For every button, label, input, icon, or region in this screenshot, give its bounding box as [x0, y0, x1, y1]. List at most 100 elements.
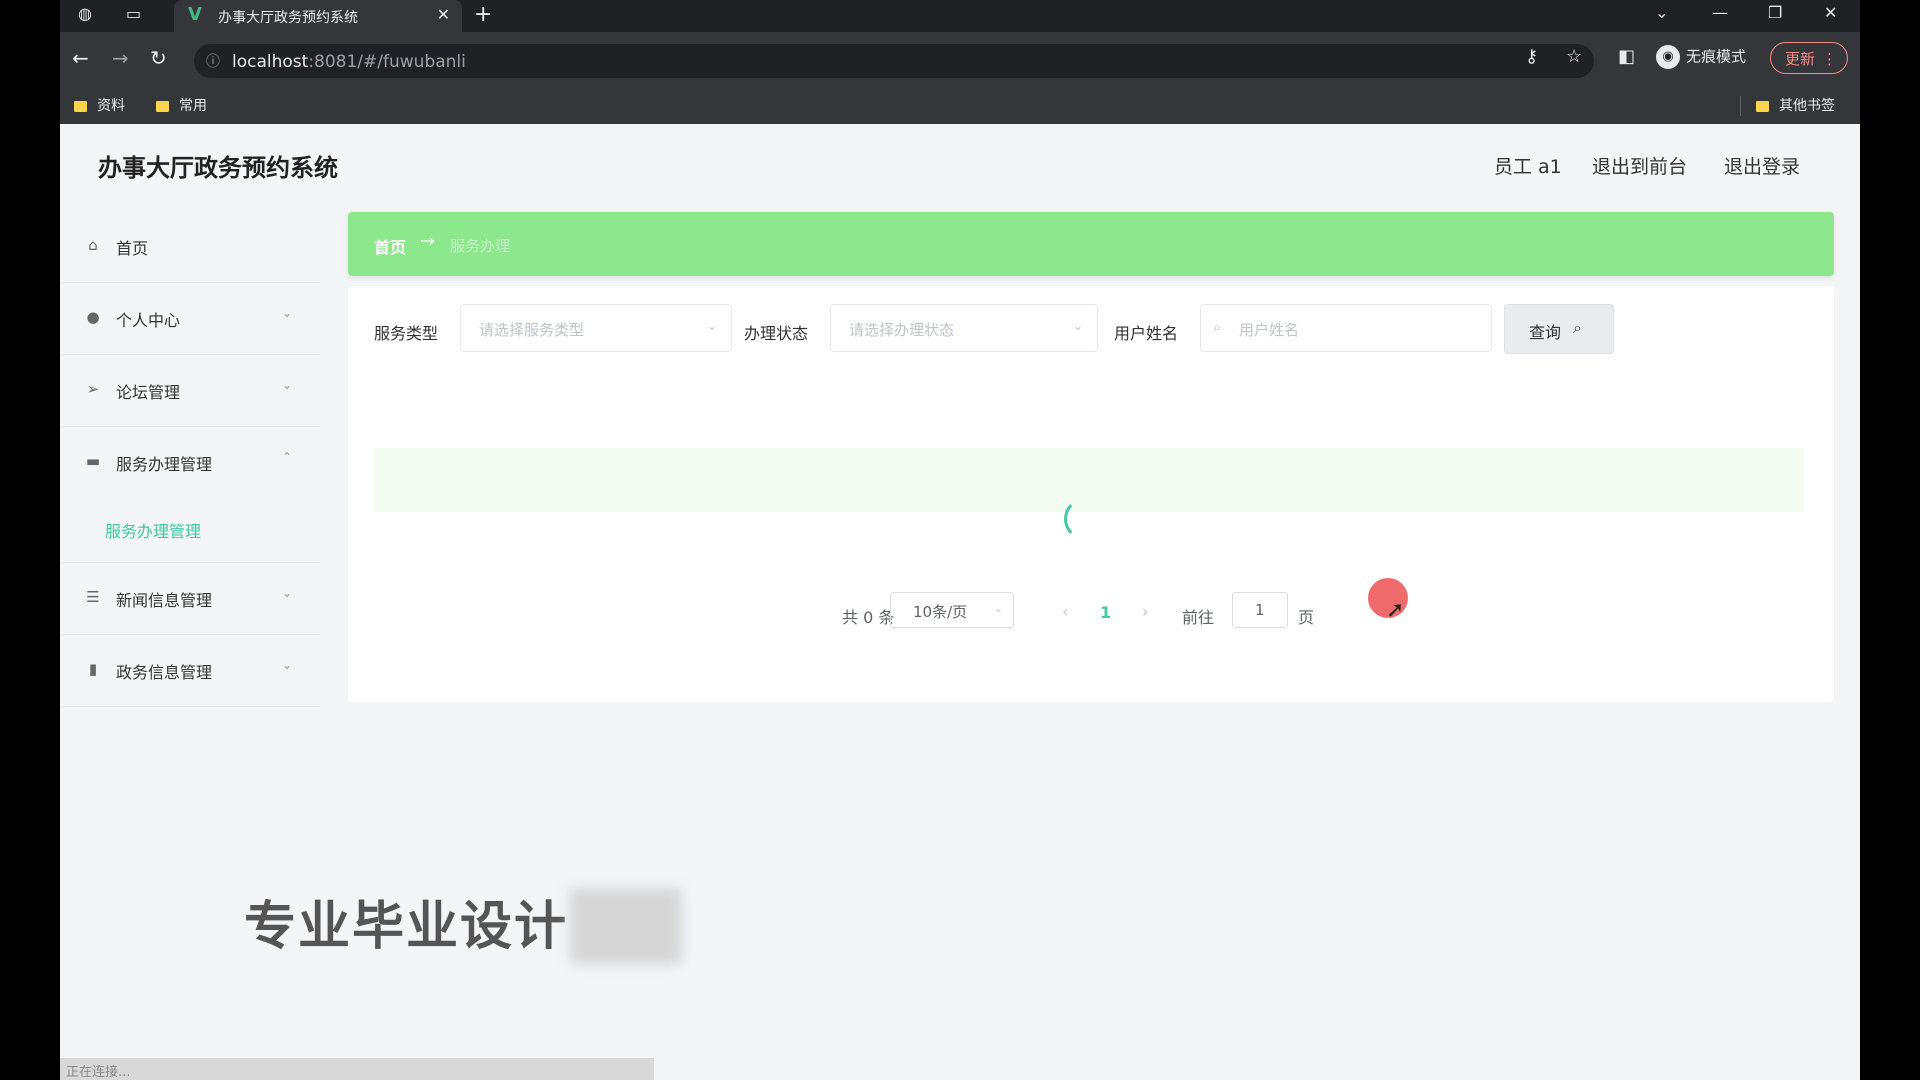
- page-size-select[interactable]: 10条/页 ⌄: [890, 592, 1014, 628]
- folder-icon: [1756, 100, 1769, 112]
- user-icon: ●: [86, 308, 100, 326]
- chevron-down-icon: ⌄: [706, 319, 717, 333]
- page-size-value: 10条/页: [913, 603, 968, 621]
- folder-icon: [74, 100, 87, 112]
- bookmark-folder-changyong[interactable]: 常用: [156, 95, 207, 115]
- url-path: :8081/#/fuwubanli: [308, 52, 466, 72]
- chevron-down-icon: ⌄: [993, 602, 1003, 615]
- sidebar-item-news[interactable]: ☰ 新闻信息管理 ⌄: [60, 562, 320, 635]
- site-info-icon[interactable]: ⓘ: [206, 51, 220, 71]
- side-panel-icon[interactable]: ◧: [1618, 46, 1635, 67]
- status-label: 办理状态: [744, 324, 809, 343]
- sidebar-item-service[interactable]: ▬ 服务办理管理 ⌃: [60, 426, 320, 498]
- chevron-up-icon: ⌃: [281, 450, 292, 464]
- browser-chrome: ◍ ▭ V 办事大厅政务预约系统 ✕ + ⌄ — ❐ ✕ ← → ↻ ⓘ loc…: [60, 0, 1860, 125]
- reload-icon[interactable]: ↻: [150, 46, 167, 70]
- browser-toolbar: ← → ↻ ⓘ localhost:8081/#/fuwubanli ⚷ ☆ ◧…: [60, 32, 1860, 88]
- list-icon: ☰: [86, 588, 100, 606]
- sidebar-item-label: 论坛管理: [116, 383, 181, 402]
- chevron-down-icon: ⌄: [281, 658, 292, 672]
- page-unit-label: 页: [1298, 608, 1315, 627]
- search-icon: ⌕: [1573, 318, 1582, 337]
- tab-search-icon[interactable]: ▭: [126, 4, 141, 23]
- logout-link[interactable]: 退出登录: [1724, 152, 1800, 179]
- sidebar-item-personal-center[interactable]: ● 个人中心 ⌄: [60, 282, 320, 355]
- sidebar-item-forum[interactable]: ➢ 论坛管理 ⌄: [60, 354, 320, 427]
- sidebar-item-home[interactable]: ⌂ 首页: [60, 210, 320, 283]
- incognito-indicator[interactable]: ◉ 无痕模式: [1656, 45, 1746, 69]
- sidebar-item-label: 服务办理管理: [116, 455, 213, 474]
- password-key-icon[interactable]: ⚷: [1525, 46, 1538, 67]
- bookmark-separator: [1740, 96, 1741, 116]
- current-page-number[interactable]: 1: [1100, 603, 1111, 622]
- bar-chart-icon: ▮: [88, 660, 98, 678]
- new-tab-button[interactable]: +: [474, 2, 492, 27]
- submenu-item-service-manage[interactable]: 服务办理管理: [60, 498, 320, 563]
- incognito-label: 无痕模式: [1686, 47, 1747, 66]
- minimize-icon[interactable]: —: [1712, 3, 1728, 22]
- current-user: 员工 a1: [1494, 156, 1562, 178]
- browser-tab-active[interactable]: V 办事大厅政务预约系统 ✕: [174, 0, 462, 32]
- sidebar-item-gov-info[interactable]: ▮ 政务信息管理 ⌄: [60, 634, 320, 707]
- update-button[interactable]: 更新 ⋮: [1770, 42, 1848, 74]
- status-text: 正在连接...: [66, 1065, 131, 1080]
- goto-page-input[interactable]: 1: [1232, 592, 1288, 628]
- system-title: 办事大厅政务预约系统: [98, 154, 338, 182]
- globe-icon[interactable]: ◍: [78, 4, 92, 23]
- sidebar: ⌂ 首页 ● 个人中心 ⌄ ➢ 论坛管理 ⌄ ▬ 服务办理管理 ⌃ 服务办理管理…: [60, 210, 320, 810]
- send-icon: ➢: [86, 380, 100, 398]
- tab-strip: ◍ ▭ V 办事大厅政务预约系统 ✕ + ⌄ — ❐ ✕: [60, 0, 1860, 32]
- sidebar-item-label: 政务信息管理: [116, 663, 213, 682]
- breadcrumb-home[interactable]: 首页: [374, 234, 406, 258]
- next-page-icon[interactable]: ›: [1142, 602, 1148, 621]
- breadcrumb: 首页 → 服务办理: [348, 212, 1834, 276]
- sidebar-item-label: 首页: [116, 239, 149, 258]
- home-icon: ⌂: [88, 236, 98, 254]
- page: 办事大厅政务预约系统 员工 a1 退出到前台 退出登录 ⌂ 首页 ● 个人中心 …: [60, 124, 1860, 1080]
- bookmark-label: 资料: [97, 98, 125, 114]
- url-host: localhost: [232, 52, 309, 72]
- status-placeholder: 请选择办理状态: [849, 321, 955, 339]
- service-type-label: 服务类型: [374, 324, 439, 343]
- username-label: 用户姓名: [1114, 324, 1179, 343]
- url-text: localhost:8081/#/fuwubanli: [232, 52, 466, 72]
- watermark-text: 专业毕业设计: [244, 897, 569, 957]
- close-window-icon[interactable]: ✕: [1824, 3, 1837, 22]
- username-placeholder: 用户姓名: [1239, 321, 1300, 339]
- folder-icon: [156, 100, 169, 112]
- update-label: 更新: [1785, 50, 1816, 68]
- back-icon[interactable]: ←: [72, 46, 89, 70]
- bookmarks-bar: 资料 常用 其他书签: [60, 88, 1860, 125]
- bookmark-folder-ziliao[interactable]: 资料: [74, 95, 125, 115]
- breadcrumb-arrow-icon: →: [420, 231, 436, 252]
- query-button[interactable]: 查询 ⌕: [1504, 304, 1614, 354]
- more-menu-icon: ⋮: [1822, 50, 1837, 68]
- goto-label: 前往: [1182, 608, 1215, 627]
- list-panel: 服务类型 请选择服务类型 ⌄ 办理状态 请选择办理状态 ⌄ 用户姓名 ⌕ 用户姓…: [348, 286, 1834, 702]
- tab-title: 办事大厅政务预约系统: [218, 10, 358, 26]
- status-bar: 正在连接...: [60, 1058, 654, 1080]
- incognito-icon: ◉: [1656, 45, 1680, 69]
- service-type-select[interactable]: 请选择服务类型 ⌄: [460, 304, 732, 352]
- forward-icon[interactable]: →: [112, 46, 129, 70]
- submenu-item-label: 服务办理管理: [105, 522, 202, 541]
- sidebar-item-label: 个人中心: [116, 311, 181, 330]
- address-bar[interactable]: ⓘ localhost:8081/#/fuwubanli: [194, 44, 1594, 78]
- tab-list-chevron-icon[interactable]: ⌄: [1655, 3, 1668, 22]
- top-header: 办事大厅政务预约系统 员工 a1 退出到前台 退出登录: [60, 124, 1860, 204]
- prev-page-icon[interactable]: ‹: [1062, 602, 1068, 621]
- chat-icon: ▬: [85, 452, 101, 470]
- other-bookmarks[interactable]: 其他书签: [1756, 95, 1835, 115]
- exit-to-frontend-link[interactable]: 退出到前台: [1592, 152, 1687, 179]
- data-table: [374, 448, 1804, 648]
- restore-icon[interactable]: ❐: [1768, 3, 1782, 22]
- goto-page-value: 1: [1255, 601, 1265, 619]
- chevron-down-icon: ⌄: [1072, 319, 1083, 333]
- loading-spinner: [1064, 498, 1106, 540]
- chevron-down-icon: ⌄: [281, 306, 292, 320]
- bookmark-star-icon[interactable]: ☆: [1566, 46, 1582, 67]
- tab-close-icon[interactable]: ✕: [437, 5, 450, 24]
- vue-favicon-icon: V: [188, 4, 202, 25]
- status-select[interactable]: 请选择办理状态 ⌄: [830, 304, 1098, 352]
- username-input[interactable]: ⌕ 用户姓名: [1200, 304, 1492, 352]
